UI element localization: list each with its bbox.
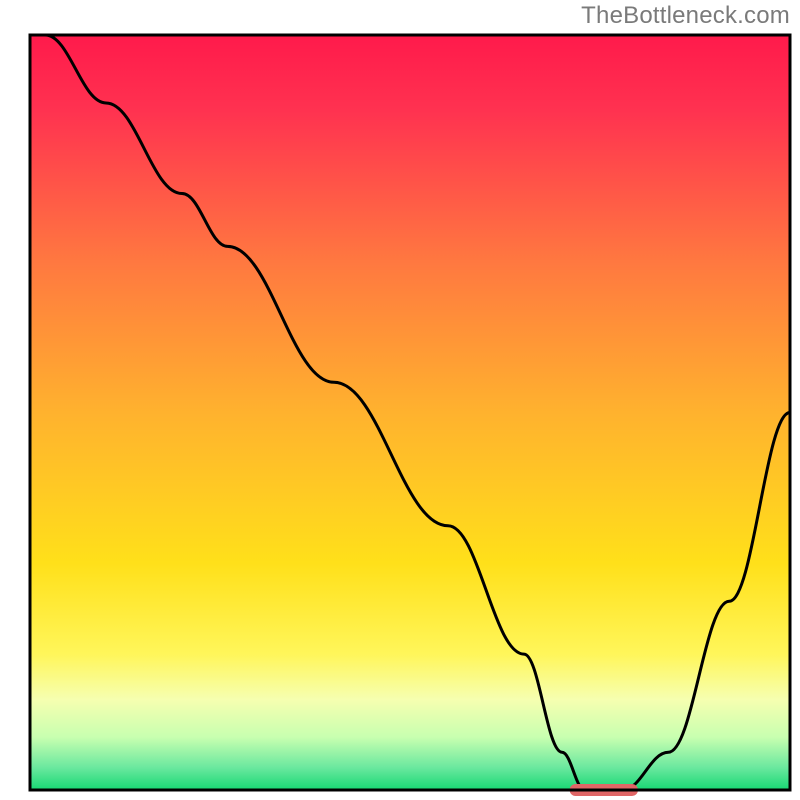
chart-container: TheBottleneck.com: [0, 0, 800, 800]
watermark-text: TheBottleneck.com: [581, 2, 790, 30]
bottleneck-chart: [0, 0, 800, 800]
